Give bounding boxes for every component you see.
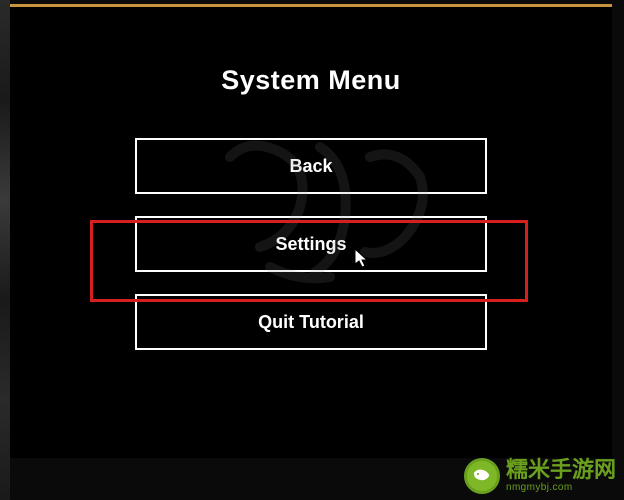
- site-url: nmgmybj.com: [506, 483, 616, 493]
- back-button[interactable]: Back: [135, 138, 487, 194]
- back-button-label: Back: [289, 156, 332, 177]
- quit-tutorial-button[interactable]: Quit Tutorial: [135, 294, 487, 350]
- menu-title: System Menu: [221, 65, 401, 96]
- quit-button-label: Quit Tutorial: [258, 312, 364, 333]
- site-name-cn: 糯米手游网: [506, 459, 616, 481]
- background-strip: [0, 0, 10, 500]
- site-logo-icon: [464, 458, 500, 494]
- site-logo-text: 糯米手游网 nmgmybj.com: [506, 459, 616, 493]
- settings-button-label: Settings: [275, 234, 346, 255]
- system-menu-container: System Menu Back Settings Quit Tutorial: [121, 65, 501, 372]
- site-watermark: 糯米手游网 nmgmybj.com: [464, 458, 616, 494]
- game-menu-window: System Menu Back Settings Quit Tutorial: [10, 4, 612, 458]
- settings-button[interactable]: Settings: [135, 216, 487, 272]
